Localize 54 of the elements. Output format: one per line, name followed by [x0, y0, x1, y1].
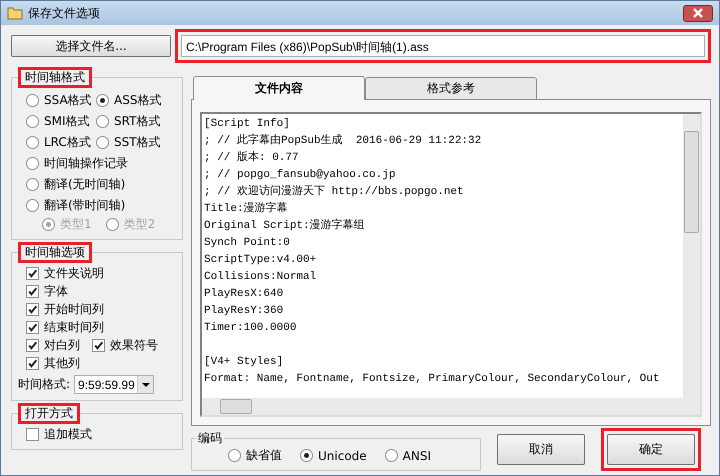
radio-option[interactable]: SMI格式 — [26, 113, 96, 130]
caret-icon — [137, 376, 154, 393]
file-path-field[interactable]: C:\Program Files (x86)\PopSub\时间轴(1).ass — [181, 35, 705, 57]
group-title: 时间轴格式 — [18, 67, 92, 88]
text-line: ; // 版本: 0.77 — [204, 150, 300, 166]
checkbox-option[interactable]: 开始时间列 — [26, 301, 176, 318]
folder-icon — [7, 6, 23, 20]
checkbox-option[interactable]: 追加模式 — [26, 426, 176, 443]
close-button[interactable] — [683, 4, 713, 22]
text-line: [V4+ Styles] — [204, 355, 284, 370]
horizontal-scrollbar[interactable] — [202, 398, 700, 415]
text-line: Original Script:漫游字幕组 — [204, 218, 366, 234]
checkbox-option[interactable]: 字体 — [26, 283, 176, 300]
tab[interactable]: 文件内容 — [193, 76, 365, 100]
text-line: ; // 欢迎访问漫游天下 http://bbs.popgo.net — [204, 184, 465, 200]
text-line: Format: Name, Fontname, Fontsize, PrimaryColour, SecondaryColour, Out — [204, 372, 660, 387]
group-title: 打开方式 — [18, 403, 80, 424]
group-title: 编码 — [197, 430, 223, 447]
checkbox-option[interactable]: 文件夹说明 — [26, 265, 176, 282]
dialog-button[interactable]: 取消 — [497, 434, 585, 465]
text-line: Title:漫游字幕 — [204, 201, 289, 217]
group-title: 时间轴选项 — [18, 242, 92, 263]
text-line: PlayResY:360 — [204, 304, 284, 319]
close-icon — [693, 8, 703, 18]
checkbox-option[interactable]: 效果符号 — [92, 337, 176, 354]
radio-option[interactable]: 翻译(带时间轴) — [26, 197, 176, 214]
checkbox-option[interactable]: 对白列 — [26, 337, 92, 354]
radio-option[interactable]: SST格式 — [96, 134, 176, 151]
window-title: 保存文件选项 — [28, 4, 101, 22]
vertical-scrollbar[interactable] — [683, 114, 700, 398]
radio-option[interactable]: 缺省值 — [228, 447, 282, 464]
checkbox-option[interactable]: 结束时间列 — [26, 319, 176, 336]
radio-option[interactable]: ANSI — [384, 447, 432, 464]
radio-option[interactable]: LRC格式 — [26, 134, 96, 151]
time-format-label: 时间格式: — [18, 376, 70, 393]
text-line: [Script Info] — [204, 117, 291, 132]
time-format-dropdown[interactable]: 9:59:59.99 — [74, 375, 154, 394]
dialog-button[interactable]: 确定 — [607, 434, 695, 465]
radio-option[interactable]: 时间轴操作记录 — [26, 155, 176, 172]
text-line: ScriptType:v4.00+ — [204, 253, 318, 268]
tab[interactable]: 格式参考 — [365, 77, 537, 99]
checkbox-option[interactable]: 其他列 — [26, 355, 176, 372]
radio-option[interactable]: SRT格式 — [96, 113, 176, 130]
radio-option[interactable]: 翻译(无时间轴) — [26, 176, 176, 193]
text-line: ; // 此字幕由PopSub生成 2016-06-29 11:22:32 — [204, 133, 482, 149]
text-line: Timer:100.0000 — [204, 321, 298, 336]
text-line: Collisions:Normal — [204, 270, 318, 285]
radio-option[interactable]: SSA格式 — [26, 92, 96, 109]
text-line: ; // popgo_fansub@yahoo.co.jp — [204, 168, 396, 183]
text-line: Synch Point:0 — [204, 236, 291, 251]
radio-option[interactable]: ASS格式 — [96, 92, 176, 109]
choose-file-button[interactable]: 选择文件名... — [11, 35, 171, 57]
radio-option[interactable]: Unicode — [300, 447, 367, 464]
text-line: PlayResX:640 — [204, 287, 284, 302]
